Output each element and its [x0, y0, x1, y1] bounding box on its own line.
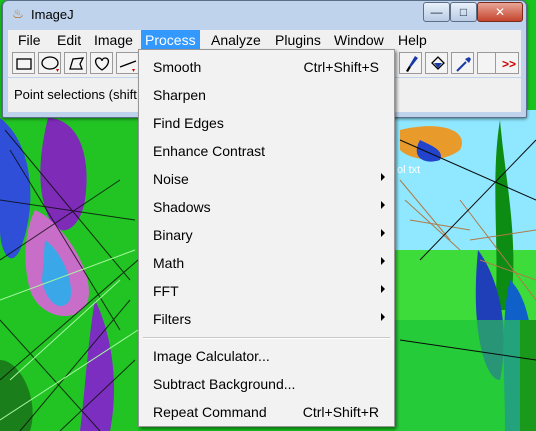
line-tool-icon [119, 60, 137, 72]
menu-bar: File Edit Image Process Analyze Plugins … [8, 30, 521, 50]
pick-color-tool-icon [456, 57, 471, 72]
menu-item-label: Sharpen [153, 87, 206, 103]
flood-fill-tool-button[interactable] [425, 52, 448, 74]
menu-item-image-calculator[interactable]: Image Calculator... [139, 342, 394, 370]
submenu-arrow-icon [381, 313, 385, 321]
rectangle-tool-button[interactable] [12, 52, 35, 74]
menu-item-subtract-background[interactable]: Subtract Background... [139, 370, 394, 398]
menu-item-filters[interactable]: Filters [139, 305, 394, 333]
menu-separator [143, 337, 390, 339]
menu-item-smooth[interactable]: Smooth Ctrl+Shift+S [139, 53, 394, 81]
close-button[interactable]: ✕ [477, 2, 523, 22]
status-text: Point selections (shift c [14, 87, 147, 102]
menu-item-label: Filters [153, 311, 192, 327]
menu-item-label: Smooth [153, 59, 202, 75]
menu-item-fft[interactable]: FFT [139, 277, 394, 305]
polygon-tool-icon [69, 57, 85, 70]
maximize-button[interactable]: □ [450, 2, 477, 22]
freehand-tool-icon [94, 57, 110, 71]
submenu-arrow-icon [381, 285, 385, 293]
background-label: ol txt [397, 164, 420, 176]
imagej-app-icon: ♨ [12, 6, 24, 21]
menu-item-label: Noise [153, 171, 189, 187]
line-tool-button[interactable] [116, 52, 139, 74]
brush-tool-button[interactable] [399, 52, 422, 74]
menu-item-sharpen[interactable]: Sharpen [139, 81, 394, 109]
menu-plugins[interactable]: Plugins [271, 30, 325, 50]
submenu-arrow-icon [381, 257, 385, 265]
menu-image[interactable]: Image [90, 30, 137, 50]
more-tools-label: >> [502, 57, 516, 71]
menu-item-shadows[interactable]: Shadows [139, 193, 394, 221]
menu-item-shortcut: Ctrl+Shift+R [302, 404, 379, 420]
menu-item-binary[interactable]: Binary [139, 221, 394, 249]
flood-fill-tool-icon [431, 56, 445, 70]
rectangle-tool-icon [16, 58, 32, 70]
menu-item-label: Repeat Command [153, 404, 267, 420]
menu-item-repeat-command[interactable]: Repeat Command Ctrl+Shift+R [139, 398, 394, 426]
menu-item-find-edges[interactable]: Find Edges [139, 109, 394, 137]
process-menu-dropdown: Smooth Ctrl+Shift+S Sharpen Find Edges E… [138, 49, 395, 427]
submenu-arrow-icon [381, 201, 385, 209]
polygon-tool-button[interactable] [64, 52, 87, 74]
menu-item-label: Math [153, 255, 185, 271]
menu-item-label: Subtract Background... [153, 376, 296, 392]
more-tools-icon: >> [502, 57, 516, 71]
menu-item-enhance-contrast[interactable]: Enhance Contrast [139, 137, 394, 165]
window-title: ImageJ [31, 7, 74, 22]
menu-analyze[interactable]: Analyze [207, 30, 265, 50]
brush-tool-icon [406, 56, 418, 72]
menu-file[interactable]: File [14, 30, 45, 50]
menu-window[interactable]: Window [330, 30, 388, 50]
oval-tool-icon [41, 56, 59, 72]
menu-item-label: Find Edges [153, 115, 224, 131]
menu-help[interactable]: Help [394, 30, 431, 50]
menu-item-math[interactable]: Math [139, 249, 394, 277]
menu-item-shortcut: Ctrl+Shift+S [303, 59, 379, 75]
menu-item-label: Enhance Contrast [153, 143, 266, 159]
submenu-arrow-icon [381, 229, 385, 237]
title-bar: ♨ ImageJ — □ ✕ [3, 1, 526, 29]
oval-tool-button[interactable] [38, 52, 61, 74]
menu-process[interactable]: Process [141, 30, 200, 50]
pick-color-tool-button[interactable] [451, 52, 474, 74]
minimize-button[interactable]: — [423, 2, 450, 22]
freehand-tool-button[interactable] [90, 52, 113, 74]
menu-edit[interactable]: Edit [53, 30, 85, 50]
menu-item-label: FFT [153, 283, 179, 299]
menu-item-label: Image Calculator... [153, 348, 270, 364]
menu-item-label: Binary [153, 227, 193, 243]
menu-item-noise[interactable]: Noise [139, 165, 394, 193]
more-tools-button[interactable]: >> [495, 52, 519, 74]
menu-item-label: Shadows [153, 199, 211, 215]
submenu-arrow-icon [381, 173, 385, 181]
